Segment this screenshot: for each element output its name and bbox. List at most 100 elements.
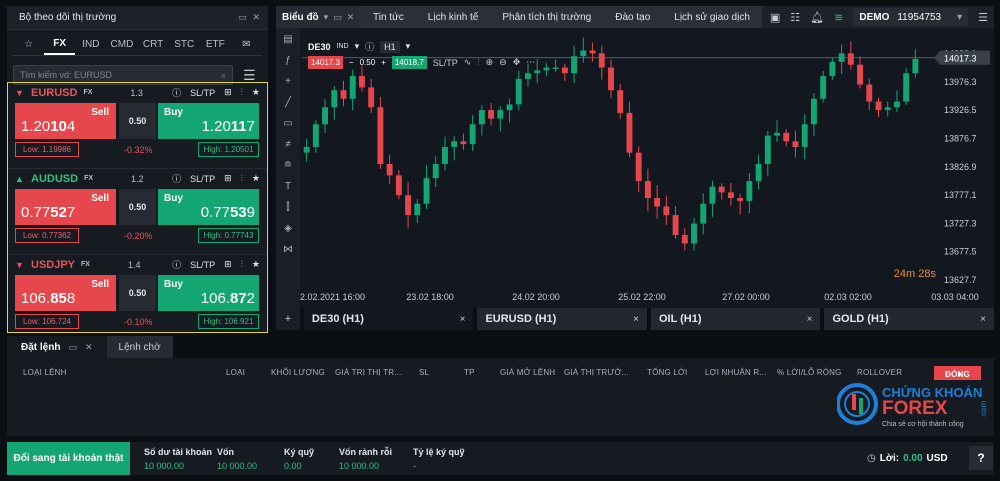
volume-input[interactable]: 0.50 xyxy=(119,275,156,311)
tab-open-orders[interactable]: Đặt lệnh ▭ ✕ xyxy=(7,336,107,358)
chart-icon[interactable]: ⫶ xyxy=(241,259,243,270)
plus-icon[interactable]: + xyxy=(381,58,386,67)
tab-crt[interactable]: CRT xyxy=(138,35,169,54)
add-icon[interactable]: ⊞ xyxy=(224,87,232,98)
tab-pending-orders[interactable]: Lệnh chờ xyxy=(106,336,173,358)
star-icon[interactable]: ★ xyxy=(252,173,260,184)
minus-icon[interactable]: − xyxy=(349,58,354,67)
volume-input[interactable]: 0.50 xyxy=(119,103,156,139)
close-icon[interactable]: × xyxy=(980,314,986,325)
chevron-up-icon[interactable]: ▲ xyxy=(15,174,27,184)
channel-tool-icon[interactable]: ≠ xyxy=(285,139,291,150)
menu-trade-history[interactable]: Lịch sử giao dịch xyxy=(662,6,762,28)
settings-icon[interactable]: ⋯ xyxy=(526,57,535,68)
layout-icon[interactable]: ☷ xyxy=(790,11,800,24)
add-chart-icon[interactable]: + xyxy=(276,308,300,330)
close-icon[interactable]: × xyxy=(633,314,639,325)
col-net-profit[interactable]: LỢI NHUẬN R... xyxy=(705,368,767,377)
monitor-icon[interactable]: ▣ xyxy=(770,11,780,24)
info-icon[interactable]: ⓘ xyxy=(172,172,181,185)
timeframe-select[interactable]: H1 xyxy=(380,40,400,53)
close-icon[interactable]: ✕ xyxy=(347,12,355,23)
star-icon[interactable]: ★ xyxy=(252,259,260,270)
account-selector[interactable]: DEMO 11954753 ▾ xyxy=(853,8,969,26)
info-icon[interactable]: ⓘ xyxy=(172,86,181,99)
chart-tab-de30[interactable]: DE30 (H1) × xyxy=(303,308,474,330)
chart-sell-button[interactable]: 14017.3 xyxy=(308,56,343,69)
tab-etf[interactable]: ETF xyxy=(200,35,231,54)
tab-fx[interactable]: FX xyxy=(44,34,76,55)
tab-favorites[interactable]: ☆ xyxy=(13,35,44,54)
tab-ind[interactable]: IND xyxy=(75,35,106,54)
chart-sltp[interactable]: SL/TP xyxy=(433,58,458,68)
close-icon[interactable]: × xyxy=(460,314,466,325)
sltp-toggle[interactable]: SL/TP xyxy=(190,88,215,98)
sell-button[interactable]: Sell 0.77527 xyxy=(15,189,116,225)
chart-type-icon[interactable]: ⫶ xyxy=(477,57,479,68)
trend-icon[interactable]: ∿ xyxy=(464,57,472,68)
chart-tab-gold[interactable]: GOLD (H1) × xyxy=(824,308,994,330)
switch-real-account-button[interactable]: Đổi sang tài khoản thật xyxy=(7,442,130,475)
sltp-toggle[interactable]: SL/TP xyxy=(190,260,215,270)
bell-icon[interactable]: 🔔︎ xyxy=(810,11,824,24)
col-sl[interactable]: SL xyxy=(419,368,429,377)
chevron-down-icon[interactable]: ▼ xyxy=(15,88,27,98)
chart-tab-eurusd[interactable]: EURUSD (H1) × xyxy=(477,308,647,330)
crosshair-tool-icon[interactable]: + xyxy=(285,76,291,87)
menu-market-analysis[interactable]: Phân tích thị trường xyxy=(490,6,603,28)
chart-buy-button[interactable]: 14018.7 xyxy=(391,56,427,69)
col-market-value[interactable]: GIÁ TRỊ THỊ TR... xyxy=(335,368,402,377)
chart-volume[interactable]: 0.50 xyxy=(360,58,376,67)
buy-button[interactable]: Buy 106.872 xyxy=(158,275,259,311)
sell-button[interactable]: Sell 1.20104 xyxy=(15,103,116,139)
menu-icon[interactable]: ☰ xyxy=(978,11,988,24)
list-menu-icon[interactable]: ☰ xyxy=(243,67,256,84)
chart-icon[interactable]: ⫶ xyxy=(241,173,243,184)
zoom-in-icon[interactable]: ⊕ xyxy=(486,57,494,68)
info-icon[interactable]: ⓘ xyxy=(172,258,181,271)
help-button[interactable]: ? xyxy=(969,446,993,470)
menu-news[interactable]: Tin tức xyxy=(361,6,416,28)
info-icon[interactable]: ⓘ xyxy=(365,40,374,53)
chart-icon[interactable]: ⫶ xyxy=(241,87,243,98)
zoom-out-icon[interactable]: ⊖ xyxy=(499,57,507,68)
minimize-icon[interactable]: ▭ xyxy=(68,342,77,353)
line-tool-icon[interactable]: ╱ xyxy=(285,97,291,108)
tab-lock[interactable]: ✉ xyxy=(231,35,262,54)
col-market-price[interactable]: GIÁ THỊ TRƯỜ... xyxy=(564,368,629,377)
chart-tab-oil[interactable]: OIL (H1) × xyxy=(650,308,821,330)
sell-button[interactable]: Sell 106.858 xyxy=(15,275,116,311)
col-gross-profit[interactable]: TỔNG LỜI xyxy=(647,368,687,377)
chart-menu-button[interactable]: Biểu đồ ▾ ▭ ✕ xyxy=(276,6,361,28)
layers-tool-icon[interactable]: ◈ xyxy=(284,223,292,234)
tab-stc[interactable]: STC xyxy=(169,35,200,54)
col-rollover[interactable]: ROLLOVER xyxy=(857,368,902,377)
cursor-tool-icon[interactable]: ▤ xyxy=(283,34,292,45)
add-icon[interactable]: ⊞ xyxy=(224,259,232,270)
close-icon[interactable]: ✕ xyxy=(85,342,93,353)
minimize-icon[interactable]: ▭ xyxy=(333,12,342,23)
volume-input[interactable]: 0.50 xyxy=(119,189,156,225)
close-icon[interactable]: × xyxy=(807,314,813,325)
star-icon[interactable]: ★ xyxy=(252,87,260,98)
move-icon[interactable]: ✥ xyxy=(513,57,521,68)
col-type[interactable]: LOẠI xyxy=(226,368,245,377)
buy-button[interactable]: Buy 1.20117 xyxy=(158,103,259,139)
col-order-type[interactable]: LOẠI LỆNH xyxy=(23,368,67,377)
menu-education[interactable]: Đào tạo xyxy=(603,6,662,28)
fibonacci-tool-icon[interactable]: ≘ xyxy=(284,160,292,171)
caret-down-icon[interactable]: ▾ xyxy=(355,41,360,52)
share-tool-icon[interactable]: ⋈ xyxy=(283,244,293,255)
text-tool-icon[interactable]: T xyxy=(285,181,291,192)
close-all-button[interactable]: ĐÓNG ▾ xyxy=(934,366,981,380)
close-icon[interactable]: ✕ xyxy=(252,12,260,23)
add-icon[interactable]: ⊞ xyxy=(224,173,232,184)
price-chart[interactable]: 14026.113976.313926.513876.713826.913777… xyxy=(300,28,994,308)
buy-button[interactable]: Buy 0.77539 xyxy=(158,189,259,225)
menu-economic-calendar[interactable]: Lịch kinh tế xyxy=(416,6,491,28)
chevron-down-icon[interactable]: ▼ xyxy=(15,260,27,270)
minimize-icon[interactable]: ▭ xyxy=(238,12,247,23)
tab-cmd[interactable]: CMD xyxy=(106,35,137,54)
col-net-percent[interactable]: % LỜI/LỖ RÒNG xyxy=(777,368,842,377)
sltp-toggle[interactable]: SL/TP xyxy=(190,174,215,184)
